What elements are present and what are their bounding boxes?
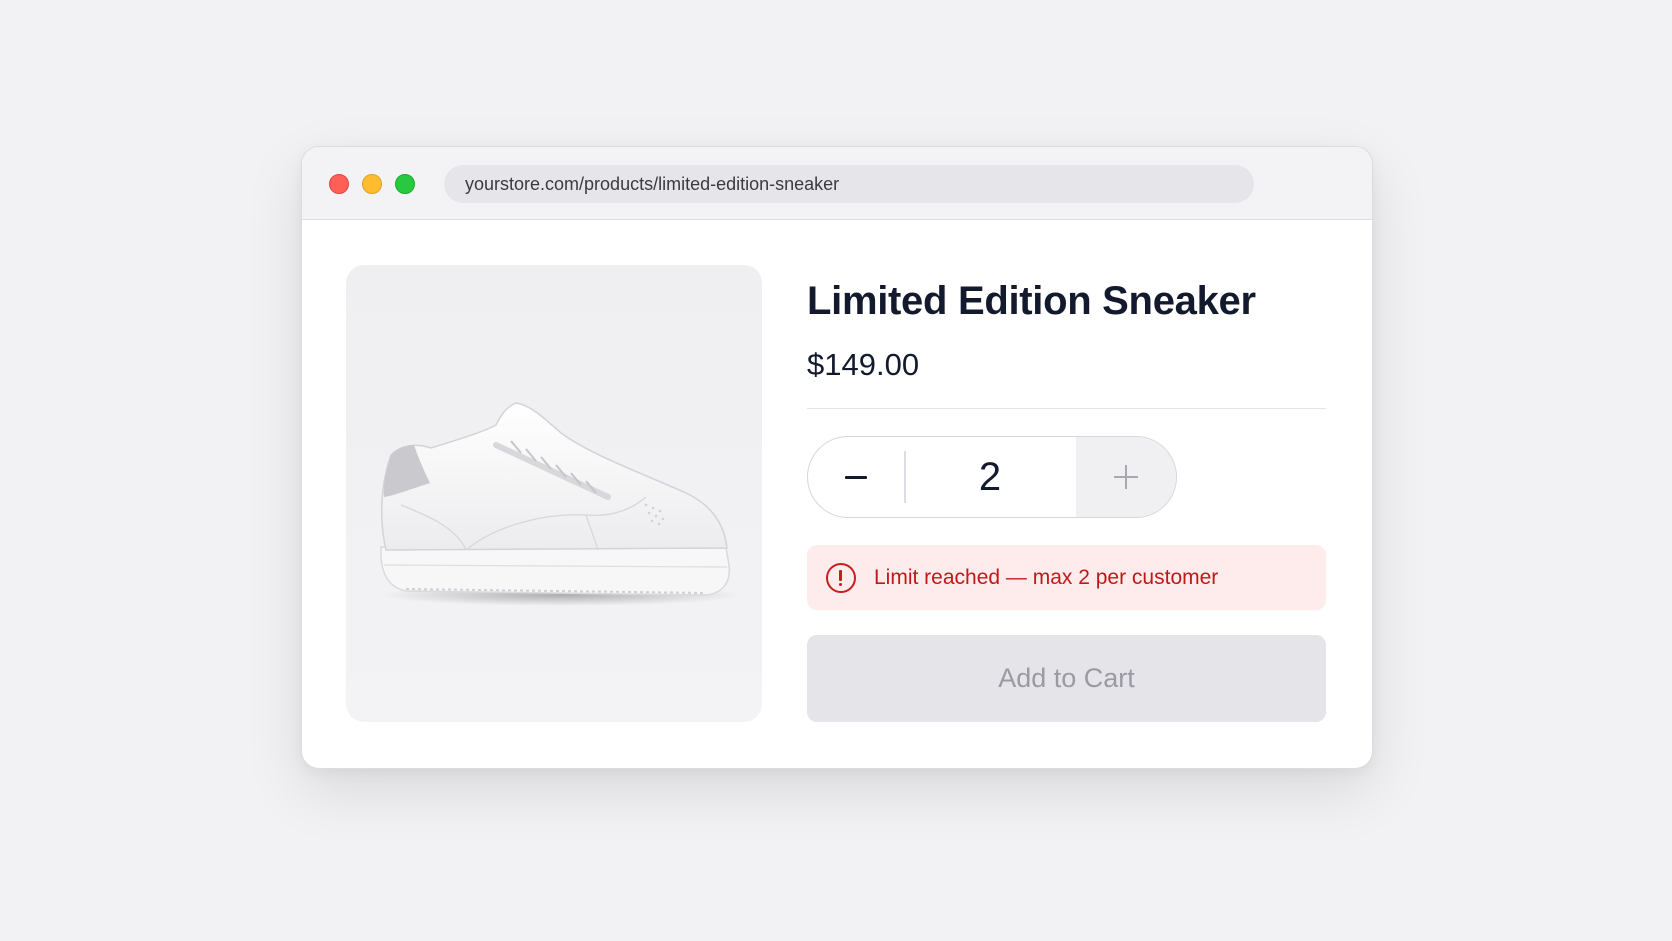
- alert-message: Limit reached — max 2 per customer: [874, 565, 1219, 589]
- product-image: [346, 265, 762, 722]
- add-to-cart-button[interactable]: Add to Cart: [807, 635, 1326, 722]
- browser-titlebar: yourstore.com/products/limited-edition-s…: [302, 147, 1372, 220]
- minimize-window-button[interactable]: [362, 174, 382, 194]
- address-bar[interactable]: yourstore.com/products/limited-edition-s…: [444, 165, 1254, 203]
- limit-alert: Limit reached — max 2 per customer: [807, 545, 1326, 610]
- divider: [807, 408, 1326, 409]
- decrement-button[interactable]: [808, 437, 904, 517]
- close-window-button[interactable]: [329, 174, 349, 194]
- maximize-window-button[interactable]: [395, 174, 415, 194]
- browser-window: yourstore.com/products/limited-edition-s…: [301, 146, 1373, 769]
- sneaker-image: [380, 402, 741, 606]
- increment-button[interactable]: [1076, 437, 1176, 517]
- alert-circle-icon: [826, 562, 856, 593]
- minus-icon: [845, 475, 867, 479]
- quantity-value[interactable]: 2: [906, 437, 1074, 517]
- url-text: yourstore.com/products/limited-edition-s…: [465, 173, 840, 194]
- product-title: Limited Edition Sneaker: [807, 279, 1256, 323]
- quantity-stepper: 2: [807, 436, 1177, 518]
- plus-icon: [1114, 465, 1138, 489]
- product-price: $149.00: [807, 347, 920, 382]
